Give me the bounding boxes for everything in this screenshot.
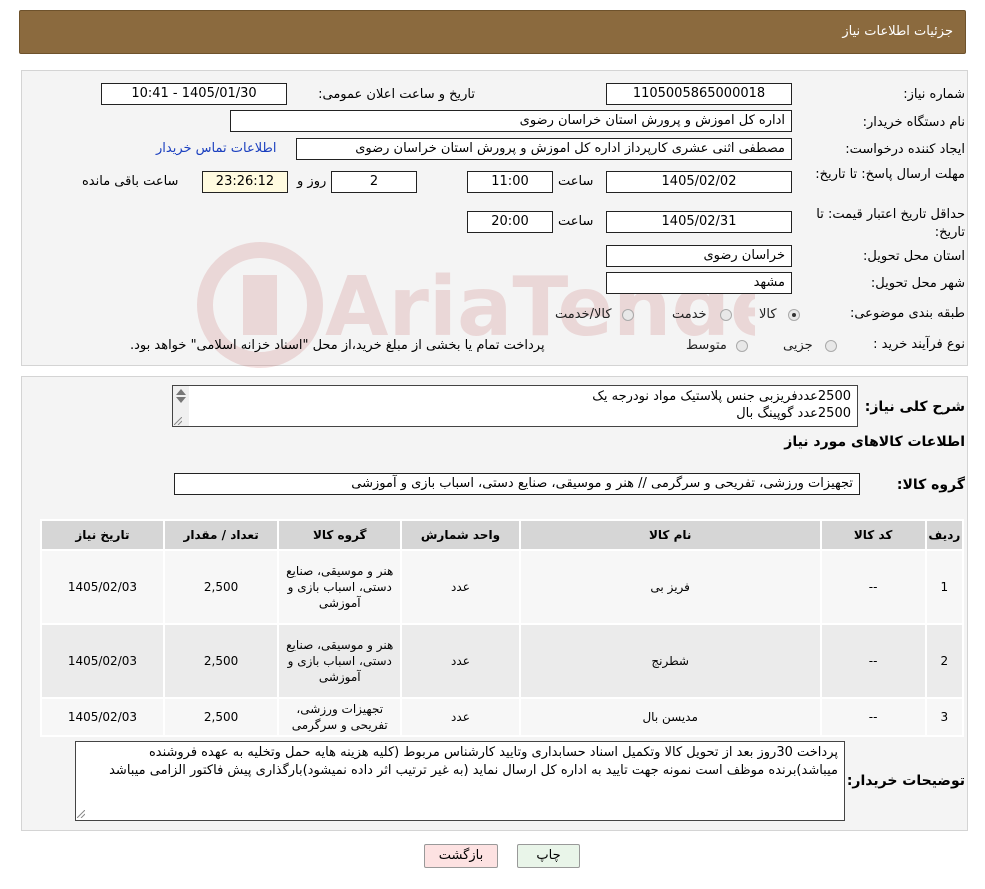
col-qty: تعداد / مقدار — [162, 519, 280, 551]
need-number-value: 1105005865000018 — [606, 83, 792, 105]
resize-grip-icon[interactable] — [174, 417, 182, 425]
category-option-service: خدمت — [672, 307, 707, 322]
cell-name: فریز بی — [518, 549, 822, 625]
goods-group-value: تجهیزات ورزشی، تفریحی و سرگرمی // هنر و … — [174, 473, 860, 495]
cell-name: شطرنج — [518, 623, 822, 699]
category-radio-goods[interactable] — [788, 309, 800, 321]
back-button[interactable]: بازگشت — [424, 844, 498, 868]
category-option-goods-service: کالا/خدمت — [555, 307, 612, 322]
deadline-label: مهلت ارسال پاسخ: تا تاریخ: — [815, 167, 965, 182]
process-option-medium: متوسط — [686, 338, 727, 353]
cell-row: 3 — [924, 697, 965, 737]
cell-group: تجهیزات ورزشی، تفریحی و سرگرمی — [277, 697, 403, 737]
print-button[interactable]: چاپ — [517, 844, 580, 868]
buyer-notes-textarea[interactable]: پرداخت 30روز بعد از تحویل کالا وتکمیل اس… — [75, 741, 845, 821]
process-radio-medium[interactable] — [736, 340, 748, 352]
cell-qty: 2,500 — [162, 697, 280, 737]
process-radio-minor[interactable] — [825, 340, 837, 352]
need-number-label: شماره نیاز: — [903, 87, 965, 102]
cell-date: 1405/02/03 — [40, 623, 165, 699]
cell-qty: 2,500 — [162, 549, 280, 625]
deadline-time-label: ساعت — [558, 174, 594, 189]
category-label: طبقه بندی موضوعی: — [849, 306, 965, 321]
buyer-org-value: اداره كل اموزش و پرورش استان خراسان رضوی — [230, 110, 792, 132]
col-date: تاریخ نیاز — [40, 519, 165, 551]
city-label: شهر محل تحویل: — [870, 276, 965, 291]
process-label: نوع فرآیند خرید : — [873, 337, 965, 352]
col-name: نام کالا — [518, 519, 822, 551]
remaining-label: ساعت باقی مانده — [82, 174, 179, 189]
days-label: روز و — [297, 174, 327, 189]
cell-unit: عدد — [400, 549, 521, 625]
goods-group-label: گروه کالا: — [896, 477, 965, 493]
validity-time-label: ساعت — [558, 214, 594, 229]
requester-label: ایجاد کننده درخواست: — [845, 142, 965, 157]
page-title: جزئيات اطلاعات نياز — [842, 24, 953, 39]
validity-date: 1405/02/31 — [606, 211, 792, 233]
resize-grip-icon[interactable] — [77, 810, 85, 818]
category-radio-goods-service[interactable] — [622, 309, 634, 321]
col-code: کد کالا — [819, 519, 927, 551]
cell-row: 1 — [924, 549, 965, 625]
page-header: جزئيات اطلاعات نياز — [19, 10, 966, 54]
category-radio-service[interactable] — [720, 309, 732, 321]
buyer-org-label: نام دستگاه خریدار: — [862, 115, 965, 130]
cell-date: 1405/02/03 — [40, 549, 165, 625]
cell-date: 1405/02/03 — [40, 697, 165, 737]
announce-value: 1405/01/30 - 10:41 — [101, 83, 287, 105]
cell-unit: عدد — [400, 697, 521, 737]
days-count: 2 — [331, 171, 417, 193]
cell-unit: عدد — [400, 623, 521, 699]
cell-code: -- — [819, 549, 927, 625]
requester-value: مصطفی اثنی عشری کارپرداز اداره كل اموزش … — [296, 138, 792, 160]
table-row: 3 -- مدیسن بال عدد تجهیزات ورزشی، تفریحی… — [40, 697, 965, 737]
table-row: 1 -- فریز بی عدد هنر و موسیقی، صنایع دست… — [40, 549, 965, 625]
scroll-down-icon[interactable] — [176, 397, 186, 403]
cell-name: مدیسن بال — [518, 697, 822, 737]
province-label: استان محل تحویل: — [863, 249, 965, 264]
validity-label: حداقل تاریخ اعتبار قیمت: تا تاریخ: — [816, 207, 965, 240]
summary-line-2: 2500عدد گوپینگ بال — [736, 406, 851, 421]
cell-qty: 2,500 — [162, 623, 280, 699]
cell-code: -- — [819, 623, 927, 699]
goods-table: ردیف کد کالا نام کالا واحد شمارش گروه کا… — [40, 519, 965, 737]
buyer-notes-label: توضیحات خریدار: — [846, 773, 965, 789]
buyer-contact-link[interactable]: اطلاعات تماس خریدار — [156, 141, 276, 156]
announce-label: تاریخ و ساعت اعلان عمومی: — [318, 87, 475, 102]
deadline-date: 1405/02/02 — [606, 171, 792, 193]
cell-code: -- — [819, 697, 927, 737]
province-value: خراسان رضوی — [606, 245, 792, 267]
remaining-time: 23:26:12 — [202, 171, 288, 193]
cell-row: 2 — [924, 623, 965, 699]
table-row: 2 -- شطرنج عدد هنر و موسیقی، صنایع دستی،… — [40, 623, 965, 699]
summary-line-1: 2500عددفریزبی جنس پلاستیک مواد نودرجه یک — [592, 389, 851, 404]
goods-section-title: اطلاعات کالاهای مورد نیاز — [784, 434, 965, 450]
city-value: مشهد — [606, 272, 792, 294]
table-header-row: ردیف کد کالا نام کالا واحد شمارش گروه کا… — [40, 519, 965, 551]
cell-group: هنر و موسیقی، صنایع دستی، اسباب بازی و آ… — [277, 623, 403, 699]
col-group: گروه کالا — [277, 519, 403, 551]
validity-time: 20:00 — [467, 211, 553, 233]
col-row: ردیف — [924, 519, 965, 551]
deadline-time: 11:00 — [467, 171, 553, 193]
col-unit: واحد شمارش — [400, 519, 521, 551]
process-option-minor: جزیی — [783, 338, 813, 353]
payment-note: پرداخت تمام یا بخشی از مبلغ خرید،از محل … — [130, 338, 545, 353]
scroll-up-icon[interactable] — [176, 389, 186, 395]
cell-group: هنر و موسیقی، صنایع دستی، اسباب بازی و آ… — [277, 549, 403, 625]
summary-label: شرح کلی نیاز: — [864, 399, 965, 415]
summary-textarea[interactable]: 2500عددفریزبی جنس پلاستیک مواد نودرجه یک… — [172, 385, 858, 427]
category-option-goods: کالا — [759, 307, 777, 322]
